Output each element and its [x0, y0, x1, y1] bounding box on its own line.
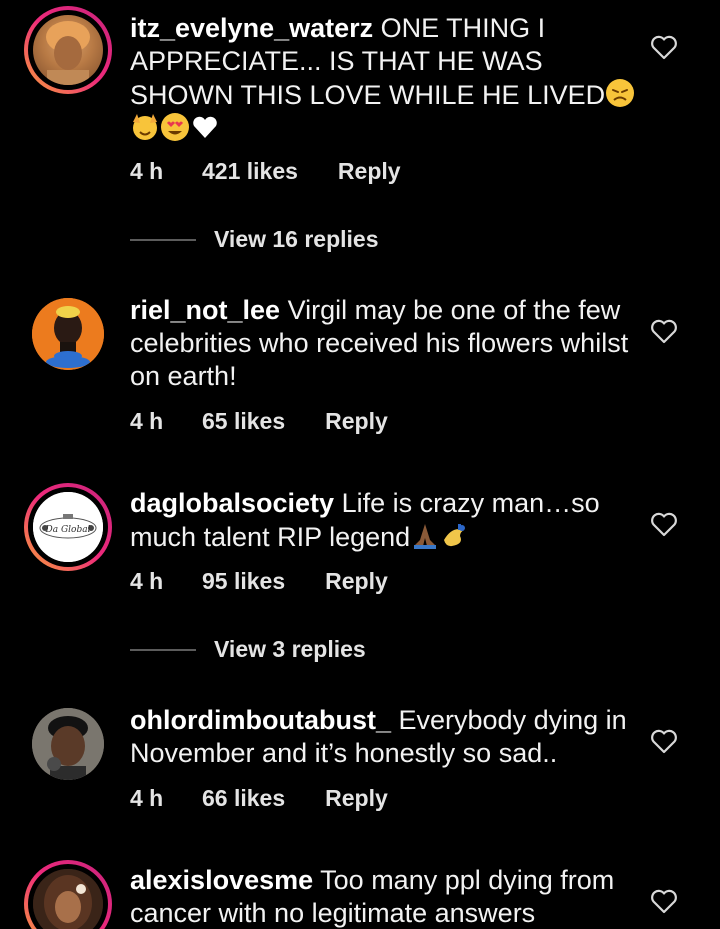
comment-time: 4 h	[130, 158, 164, 184]
comment-time: 4 h	[130, 785, 164, 811]
comment-text: daglobalsociety Life is crazy man…so muc…	[130, 487, 640, 554]
avatar-photo	[32, 298, 104, 370]
replies-divider	[130, 238, 196, 241]
comment-username[interactable]: daglobalsociety	[130, 488, 334, 518]
comment-likes[interactable]: 95 likes	[202, 568, 285, 595]
comment-meta: 4 h 66 likes Reply	[130, 785, 388, 812]
avatar[interactable]	[24, 700, 112, 788]
comment-text: ohlordimboutabust_ Everybody dying in No…	[130, 704, 640, 770]
view-replies-label[interactable]: View 3 replies	[214, 636, 366, 663]
reply-button[interactable]: Reply	[325, 785, 388, 812]
avatar[interactable]	[24, 290, 112, 378]
reply-button[interactable]: Reply	[325, 408, 388, 435]
heart-eyes-face-icon	[160, 112, 190, 142]
comment-likes[interactable]: 65 likes	[202, 408, 285, 435]
replies-divider	[130, 648, 196, 651]
heart-outline-icon[interactable]	[650, 34, 678, 60]
avatar[interactable]	[24, 6, 112, 94]
comment-text: itz_evelyne_waterz ONE THING I APPRECIAT…	[130, 12, 640, 146]
avatar-logo: Da Global	[33, 492, 103, 562]
raised-hands-icon	[130, 112, 160, 142]
avatar-photo	[33, 869, 103, 929]
svg-text:Da Global: Da Global	[45, 525, 91, 535]
avatar-photo	[32, 708, 104, 780]
comment-time: 4 h	[130, 408, 164, 434]
view-replies-label[interactable]: View 16 replies	[214, 226, 379, 253]
comment-likes[interactable]: 66 likes	[202, 785, 285, 812]
comment-meta: 4 h 421 likes Reply	[130, 158, 401, 185]
heart-outline-icon[interactable]	[650, 888, 678, 914]
disappointed-face-icon	[605, 78, 635, 108]
comment-text: alexislovesme Too many ppl dying from ca…	[130, 864, 640, 929]
view-replies-button[interactable]: View 16 replies	[130, 226, 379, 253]
comment-meta: 4 h 65 likes Reply	[130, 408, 388, 435]
reply-button[interactable]: Reply	[325, 568, 388, 595]
comment-username[interactable]: riel_not_lee	[130, 295, 280, 325]
avatar[interactable]: Da Global	[24, 483, 112, 571]
heart-outline-icon[interactable]	[650, 728, 678, 754]
comment-username[interactable]: itz_evelyne_waterz	[130, 13, 373, 43]
heart-outline-icon[interactable]	[650, 511, 678, 537]
avatar[interactable]	[24, 860, 112, 929]
comment-meta: 4 h 95 likes Reply	[130, 568, 388, 595]
comment-username[interactable]: alexislovesme	[130, 865, 313, 895]
comment-likes[interactable]: 421 likes	[202, 158, 298, 185]
comment-time: 4 h	[130, 568, 164, 594]
dove-icon	[440, 520, 470, 550]
avatar-photo	[46, 21, 90, 85]
folded-hands-icon	[410, 520, 440, 550]
heart-outline-icon[interactable]	[650, 318, 678, 344]
reply-button[interactable]: Reply	[338, 158, 401, 185]
comment-text: riel_not_lee Virgil may be one of the fe…	[130, 294, 640, 393]
white-heart-icon	[190, 112, 220, 142]
comment-username[interactable]: ohlordimboutabust_	[130, 705, 391, 735]
view-replies-button[interactable]: View 3 replies	[130, 636, 366, 663]
